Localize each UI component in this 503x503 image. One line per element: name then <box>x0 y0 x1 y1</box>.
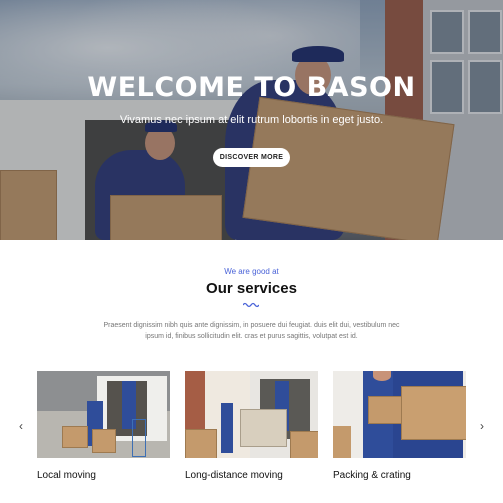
service-label: Local moving <box>37 470 96 481</box>
services-eyebrow: We are good at <box>224 267 279 276</box>
service-image <box>37 371 170 458</box>
services-description: Praesent dignissim nibh quis ante dignis… <box>103 322 400 340</box>
chevron-left-icon[interactable]: ‹ <box>16 419 26 433</box>
service-label: Long-distance moving <box>185 470 283 481</box>
chevron-right-icon[interactable]: › <box>477 419 487 433</box>
service-card-packing-crating[interactable]: Packing & crating <box>333 371 466 481</box>
discover-more-button[interactable]: DISCOVER MORE <box>213 148 290 167</box>
service-image <box>185 371 318 458</box>
service-label: Packing & crating <box>333 470 411 481</box>
service-card-local-moving[interactable]: Local moving <box>37 371 170 481</box>
hero-subtitle: Vivamus nec ipsum at elit rutrum loborti… <box>119 114 384 126</box>
services-title: Our services <box>206 280 297 297</box>
service-image <box>333 371 466 458</box>
service-card-long-distance-moving[interactable]: Long-distance moving <box>185 371 318 481</box>
wave-divider-icon <box>243 302 259 308</box>
hero-title: WELCOME TO BASON <box>87 72 416 103</box>
hero-banner: WELCOME TO BASON Vivamus nec ipsum at el… <box>0 0 503 240</box>
